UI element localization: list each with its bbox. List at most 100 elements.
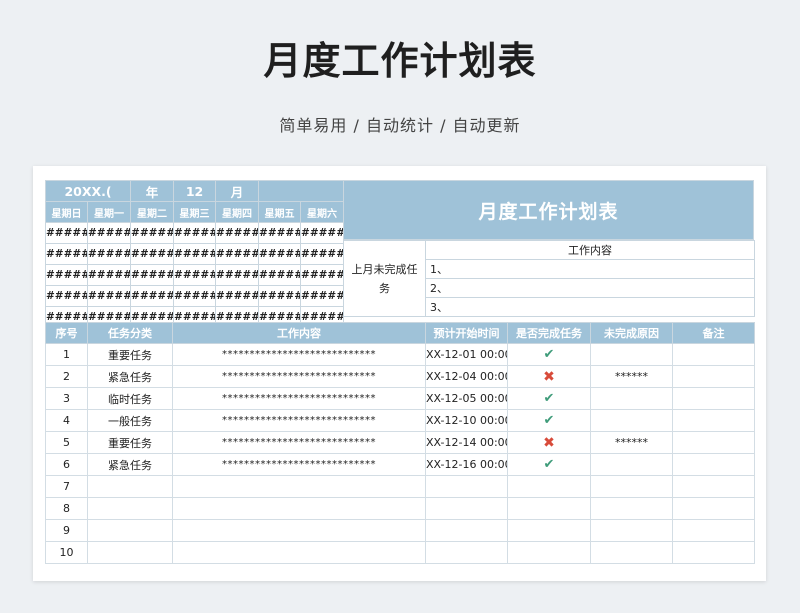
remark[interactable]	[672, 387, 755, 410]
calendar-month[interactable]: 12	[173, 180, 217, 202]
incomplete-reason[interactable]	[590, 519, 673, 542]
remark[interactable]	[672, 453, 755, 476]
calendar-day-cell[interactable]: #####	[300, 285, 345, 307]
calendar-day-cell[interactable]: #####	[45, 264, 88, 286]
calendar-day-cell[interactable]: #####	[173, 222, 217, 244]
completion-status[interactable]	[507, 475, 591, 498]
last-month-item[interactable]: 3、	[425, 297, 755, 317]
task-content[interactable]: ****************************	[172, 343, 426, 366]
row-number[interactable]: 1	[45, 343, 88, 366]
task-content[interactable]	[172, 475, 426, 498]
row-number[interactable]: 5	[45, 431, 88, 454]
remark[interactable]	[672, 365, 755, 388]
start-time[interactable]: XX-12-10 00:00	[425, 409, 508, 432]
task-column-header[interactable]: 工作内容	[172, 322, 426, 344]
completion-status[interactable]: ✖	[507, 431, 591, 454]
calendar-day-cell[interactable]: #####	[258, 285, 302, 307]
task-column-header[interactable]: 任务分类	[87, 322, 173, 344]
row-number[interactable]: 10	[45, 541, 88, 564]
task-category[interactable]: 重要任务	[87, 431, 173, 454]
start-time[interactable]	[425, 497, 508, 520]
start-time[interactable]: XX-12-14 00:00	[425, 431, 508, 454]
incomplete-reason[interactable]	[590, 497, 673, 520]
remark[interactable]	[672, 541, 755, 564]
task-column-header[interactable]: 是否完成任务	[507, 322, 591, 344]
remark[interactable]	[672, 497, 755, 520]
remark[interactable]	[672, 519, 755, 542]
task-category[interactable]: 临时任务	[87, 387, 173, 410]
calendar-day-cell[interactable]: #####	[173, 243, 217, 265]
incomplete-reason[interactable]: ******	[590, 365, 673, 388]
row-number[interactable]: 3	[45, 387, 88, 410]
start-time[interactable]	[425, 541, 508, 564]
incomplete-reason[interactable]: ******	[590, 431, 673, 454]
row-number[interactable]: 4	[45, 409, 88, 432]
task-content[interactable]: ****************************	[172, 409, 426, 432]
remark[interactable]	[672, 431, 755, 454]
start-time[interactable]: XX-12-01 00:00	[425, 343, 508, 366]
row-number[interactable]: 2	[45, 365, 88, 388]
remark[interactable]	[672, 409, 755, 432]
task-column-header[interactable]: 序号	[45, 322, 88, 344]
task-category[interactable]: 一般任务	[87, 409, 173, 432]
start-time[interactable]: XX-12-04 00:00	[425, 365, 508, 388]
calendar-day-cell[interactable]: #####	[215, 243, 260, 265]
completion-status[interactable]	[507, 519, 591, 542]
task-content[interactable]: ****************************	[172, 387, 426, 410]
calendar-day-cell[interactable]: #####	[86, 285, 132, 307]
task-content[interactable]: ****************************	[172, 365, 426, 388]
calendar-day-cell[interactable]: #####	[258, 243, 302, 265]
calendar-day-cell[interactable]: #####	[215, 264, 260, 286]
calendar-day-cell[interactable]: #####	[130, 285, 175, 307]
task-column-header[interactable]: 预计开始时间	[425, 322, 508, 344]
calendar-day-cell[interactable]: #####	[300, 264, 345, 286]
last-month-item[interactable]: 2、	[425, 278, 755, 298]
task-category[interactable]: 重要任务	[87, 343, 173, 366]
calendar-day-cell[interactable]: #####	[45, 243, 88, 265]
task-content[interactable]	[172, 497, 426, 520]
calendar-day-cell[interactable]: #####	[258, 264, 302, 286]
completion-status[interactable]: ✔	[507, 409, 591, 432]
completion-status[interactable]	[507, 497, 591, 520]
calendar-day-cell[interactable]: #####	[215, 285, 260, 307]
row-number[interactable]: 6	[45, 453, 88, 476]
task-content[interactable]	[172, 519, 426, 542]
calendar-day-cell[interactable]: #####	[130, 243, 175, 265]
remark[interactable]	[672, 343, 755, 366]
row-number[interactable]: 8	[45, 497, 88, 520]
calendar-day-cell[interactable]: #####	[215, 222, 260, 244]
completion-status[interactable]	[507, 541, 591, 564]
row-number[interactable]: 7	[45, 475, 88, 498]
completion-status[interactable]: ✔	[507, 343, 591, 366]
calendar-day-cell[interactable]: #####	[130, 264, 175, 286]
task-category[interactable]	[87, 519, 173, 542]
incomplete-reason[interactable]	[590, 475, 673, 498]
start-time[interactable]	[425, 475, 508, 498]
task-column-header[interactable]: 备注	[672, 322, 755, 344]
calendar-day-cell[interactable]: #####	[130, 222, 175, 244]
calendar-year[interactable]: 20XX.(	[44, 180, 132, 202]
task-category[interactable]: 紧急任务	[87, 365, 173, 388]
task-category[interactable]	[87, 541, 173, 564]
incomplete-reason[interactable]	[590, 343, 673, 366]
calendar-day-cell[interactable]: #####	[45, 285, 88, 307]
completion-status[interactable]: ✔	[507, 387, 591, 410]
remark[interactable]	[672, 475, 755, 498]
calendar-day-cell[interactable]: #####	[86, 264, 132, 286]
task-column-header[interactable]: 未完成原因	[590, 322, 673, 344]
calendar-day-cell[interactable]: #####	[300, 222, 345, 244]
task-category[interactable]	[87, 475, 173, 498]
task-category[interactable]: 紧急任务	[87, 453, 173, 476]
completion-status[interactable]: ✖	[507, 365, 591, 388]
incomplete-reason[interactable]	[590, 453, 673, 476]
calendar-day-cell[interactable]: #####	[45, 222, 88, 244]
task-content[interactable]: ****************************	[172, 453, 426, 476]
calendar-day-cell[interactable]: #####	[300, 243, 345, 265]
calendar-day-cell[interactable]: #####	[86, 243, 132, 265]
calendar-day-cell[interactable]: #####	[173, 264, 217, 286]
row-number[interactable]: 9	[45, 519, 88, 542]
task-content[interactable]: ****************************	[172, 431, 426, 454]
incomplete-reason[interactable]	[590, 541, 673, 564]
task-content[interactable]	[172, 541, 426, 564]
incomplete-reason[interactable]	[590, 409, 673, 432]
